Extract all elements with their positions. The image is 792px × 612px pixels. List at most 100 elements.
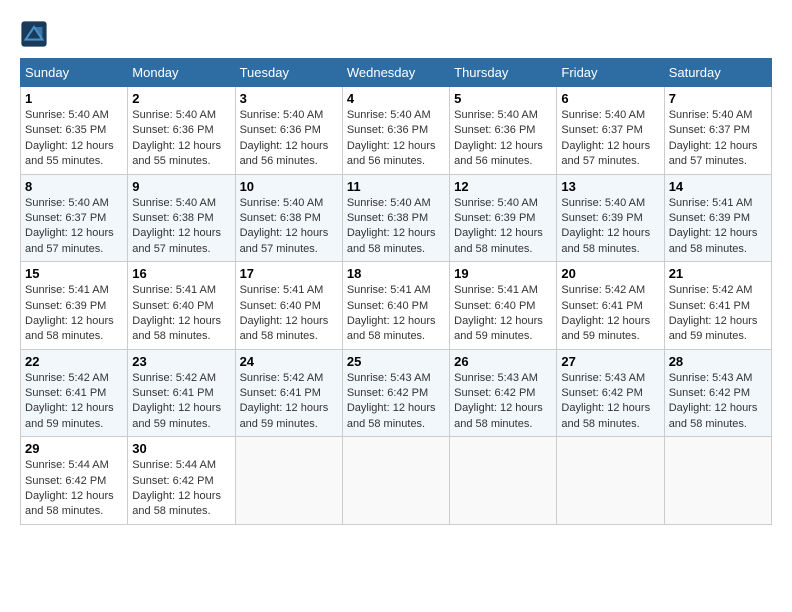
- calendar-cell: 21 Sunrise: 5:42 AM Sunset: 6:41 PM Dayl…: [664, 262, 771, 350]
- sunrise-text: Sunrise: 5:40 AM: [454, 196, 552, 211]
- sunset-text: Sunset: 6:40 PM: [132, 299, 230, 314]
- day-number: 2: [132, 91, 230, 106]
- calendar-cell: 14 Sunrise: 5:41 AM Sunset: 6:39 PM Dayl…: [664, 174, 771, 262]
- calendar-cell: 30 Sunrise: 5:44 AM Sunset: 6:42 PM Dayl…: [128, 437, 235, 525]
- calendar-header-wednesday: Wednesday: [342, 59, 449, 87]
- daylight-text: Daylight: 12 hours and 58 minutes.: [347, 401, 445, 432]
- day-number: 8: [25, 179, 123, 194]
- sunrise-text: Sunrise: 5:40 AM: [561, 108, 659, 123]
- day-info: Sunrise: 5:44 AM Sunset: 6:42 PM Dayligh…: [132, 458, 230, 520]
- daylight-text: Daylight: 12 hours and 59 minutes.: [25, 401, 123, 432]
- day-info: Sunrise: 5:40 AM Sunset: 6:37 PM Dayligh…: [561, 108, 659, 170]
- sunrise-text: Sunrise: 5:41 AM: [454, 283, 552, 298]
- day-info: Sunrise: 5:43 AM Sunset: 6:42 PM Dayligh…: [454, 371, 552, 433]
- calendar-cell: 26 Sunrise: 5:43 AM Sunset: 6:42 PM Dayl…: [450, 349, 557, 437]
- sunset-text: Sunset: 6:39 PM: [669, 211, 767, 226]
- day-info: Sunrise: 5:40 AM Sunset: 6:36 PM Dayligh…: [454, 108, 552, 170]
- sunset-text: Sunset: 6:41 PM: [561, 299, 659, 314]
- day-number: 6: [561, 91, 659, 106]
- calendar-week-3: 15 Sunrise: 5:41 AM Sunset: 6:39 PM Dayl…: [21, 262, 772, 350]
- day-info: Sunrise: 5:40 AM Sunset: 6:39 PM Dayligh…: [561, 196, 659, 258]
- calendar-cell: 13 Sunrise: 5:40 AM Sunset: 6:39 PM Dayl…: [557, 174, 664, 262]
- calendar-body: 1 Sunrise: 5:40 AM Sunset: 6:35 PM Dayli…: [21, 87, 772, 525]
- day-info: Sunrise: 5:41 AM Sunset: 6:39 PM Dayligh…: [25, 283, 123, 345]
- calendar-cell: 20 Sunrise: 5:42 AM Sunset: 6:41 PM Dayl…: [557, 262, 664, 350]
- calendar-week-2: 8 Sunrise: 5:40 AM Sunset: 6:37 PM Dayli…: [21, 174, 772, 262]
- sunrise-text: Sunrise: 5:42 AM: [25, 371, 123, 386]
- sunrise-text: Sunrise: 5:42 AM: [240, 371, 338, 386]
- logo-icon: [20, 20, 48, 48]
- sunrise-text: Sunrise: 5:40 AM: [669, 108, 767, 123]
- sunset-text: Sunset: 6:42 PM: [132, 474, 230, 489]
- day-number: 25: [347, 354, 445, 369]
- daylight-text: Daylight: 12 hours and 57 minutes.: [132, 226, 230, 257]
- day-info: Sunrise: 5:44 AM Sunset: 6:42 PM Dayligh…: [25, 458, 123, 520]
- day-number: 29: [25, 441, 123, 456]
- sunrise-text: Sunrise: 5:40 AM: [347, 196, 445, 211]
- day-number: 9: [132, 179, 230, 194]
- day-number: 11: [347, 179, 445, 194]
- sunset-text: Sunset: 6:40 PM: [347, 299, 445, 314]
- day-number: 27: [561, 354, 659, 369]
- day-number: 4: [347, 91, 445, 106]
- daylight-text: Daylight: 12 hours and 58 minutes.: [347, 314, 445, 345]
- day-info: Sunrise: 5:41 AM Sunset: 6:39 PM Dayligh…: [669, 196, 767, 258]
- calendar-cell: 16 Sunrise: 5:41 AM Sunset: 6:40 PM Dayl…: [128, 262, 235, 350]
- calendar-cell: 18 Sunrise: 5:41 AM Sunset: 6:40 PM Dayl…: [342, 262, 449, 350]
- calendar-cell: 7 Sunrise: 5:40 AM Sunset: 6:37 PM Dayli…: [664, 87, 771, 175]
- day-info: Sunrise: 5:42 AM Sunset: 6:41 PM Dayligh…: [132, 371, 230, 433]
- day-number: 1: [25, 91, 123, 106]
- day-number: 21: [669, 266, 767, 281]
- day-info: Sunrise: 5:40 AM Sunset: 6:39 PM Dayligh…: [454, 196, 552, 258]
- calendar-header-thursday: Thursday: [450, 59, 557, 87]
- daylight-text: Daylight: 12 hours and 56 minutes.: [240, 139, 338, 170]
- calendar-header-friday: Friday: [557, 59, 664, 87]
- logo: [20, 20, 52, 48]
- day-info: Sunrise: 5:43 AM Sunset: 6:42 PM Dayligh…: [347, 371, 445, 433]
- sunrise-text: Sunrise: 5:41 AM: [669, 196, 767, 211]
- calendar-cell: 23 Sunrise: 5:42 AM Sunset: 6:41 PM Dayl…: [128, 349, 235, 437]
- sunset-text: Sunset: 6:42 PM: [561, 386, 659, 401]
- calendar-cell: 10 Sunrise: 5:40 AM Sunset: 6:38 PM Dayl…: [235, 174, 342, 262]
- day-info: Sunrise: 5:40 AM Sunset: 6:38 PM Dayligh…: [347, 196, 445, 258]
- daylight-text: Daylight: 12 hours and 59 minutes.: [132, 401, 230, 432]
- daylight-text: Daylight: 12 hours and 59 minutes.: [454, 314, 552, 345]
- daylight-text: Daylight: 12 hours and 58 minutes.: [132, 314, 230, 345]
- day-info: Sunrise: 5:40 AM Sunset: 6:37 PM Dayligh…: [25, 196, 123, 258]
- daylight-text: Daylight: 12 hours and 58 minutes.: [454, 226, 552, 257]
- calendar-cell: [557, 437, 664, 525]
- day-number: 3: [240, 91, 338, 106]
- sunrise-text: Sunrise: 5:42 AM: [132, 371, 230, 386]
- calendar-cell: 22 Sunrise: 5:42 AM Sunset: 6:41 PM Dayl…: [21, 349, 128, 437]
- calendar-cell: 2 Sunrise: 5:40 AM Sunset: 6:36 PM Dayli…: [128, 87, 235, 175]
- day-info: Sunrise: 5:40 AM Sunset: 6:35 PM Dayligh…: [25, 108, 123, 170]
- daylight-text: Daylight: 12 hours and 58 minutes.: [454, 401, 552, 432]
- daylight-text: Daylight: 12 hours and 58 minutes.: [347, 226, 445, 257]
- day-number: 26: [454, 354, 552, 369]
- day-number: 10: [240, 179, 338, 194]
- sunset-text: Sunset: 6:36 PM: [132, 123, 230, 138]
- day-info: Sunrise: 5:40 AM Sunset: 6:36 PM Dayligh…: [240, 108, 338, 170]
- sunset-text: Sunset: 6:42 PM: [454, 386, 552, 401]
- calendar-cell: 3 Sunrise: 5:40 AM Sunset: 6:36 PM Dayli…: [235, 87, 342, 175]
- sunset-text: Sunset: 6:41 PM: [669, 299, 767, 314]
- sunset-text: Sunset: 6:36 PM: [347, 123, 445, 138]
- day-number: 17: [240, 266, 338, 281]
- calendar-cell: 9 Sunrise: 5:40 AM Sunset: 6:38 PM Dayli…: [128, 174, 235, 262]
- daylight-text: Daylight: 12 hours and 55 minutes.: [25, 139, 123, 170]
- sunrise-text: Sunrise: 5:42 AM: [561, 283, 659, 298]
- calendar-cell: 17 Sunrise: 5:41 AM Sunset: 6:40 PM Dayl…: [235, 262, 342, 350]
- calendar-cell: [342, 437, 449, 525]
- daylight-text: Daylight: 12 hours and 59 minutes.: [561, 314, 659, 345]
- day-info: Sunrise: 5:42 AM Sunset: 6:41 PM Dayligh…: [240, 371, 338, 433]
- sunset-text: Sunset: 6:41 PM: [25, 386, 123, 401]
- day-number: 15: [25, 266, 123, 281]
- day-info: Sunrise: 5:40 AM Sunset: 6:37 PM Dayligh…: [669, 108, 767, 170]
- daylight-text: Daylight: 12 hours and 58 minutes.: [25, 489, 123, 520]
- sunrise-text: Sunrise: 5:43 AM: [669, 371, 767, 386]
- day-number: 28: [669, 354, 767, 369]
- day-info: Sunrise: 5:42 AM Sunset: 6:41 PM Dayligh…: [25, 371, 123, 433]
- day-info: Sunrise: 5:43 AM Sunset: 6:42 PM Dayligh…: [669, 371, 767, 433]
- daylight-text: Daylight: 12 hours and 59 minutes.: [669, 314, 767, 345]
- day-number: 24: [240, 354, 338, 369]
